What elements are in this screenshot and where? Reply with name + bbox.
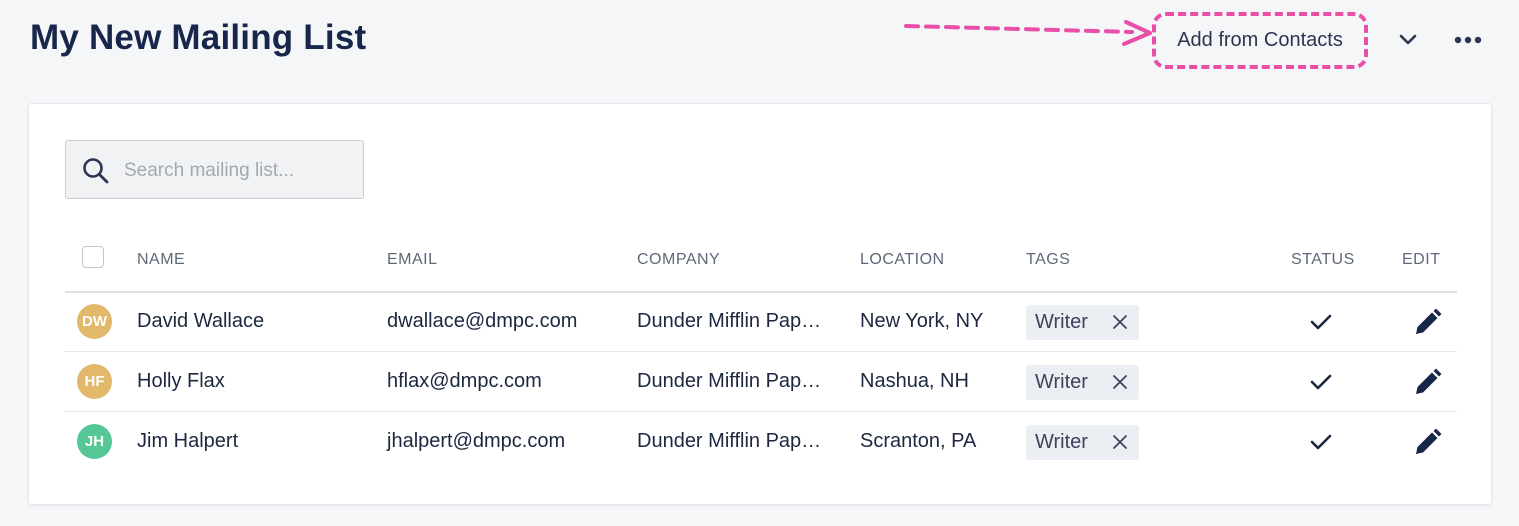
more-options-button[interactable]	[1446, 18, 1490, 62]
contact-name: Holly Flax	[137, 370, 225, 392]
more-horizontal-icon	[1454, 36, 1482, 44]
table-body: DW David Wallace dwallace@dmpc.com Dunde…	[65, 292, 1457, 471]
select-all-checkbox[interactable]	[82, 246, 104, 268]
pencil-icon[interactable]	[1412, 308, 1442, 338]
column-header-status[interactable]: STATUS	[1291, 251, 1355, 269]
search-input[interactable]	[122, 153, 356, 189]
column-header-tags[interactable]: TAGS	[1026, 251, 1070, 269]
search-icon	[83, 158, 109, 184]
close-icon[interactable]	[1112, 374, 1128, 390]
check-icon	[1310, 434, 1332, 450]
tag-chip: Writer	[1026, 365, 1139, 400]
add-options-dropdown-button[interactable]	[1386, 18, 1430, 62]
table-row[interactable]: DW David Wallace dwallace@dmpc.com Dunde…	[65, 292, 1457, 352]
add-from-contacts-button[interactable]: Add from Contacts	[1152, 12, 1368, 69]
column-header-edit: EDIT	[1402, 251, 1441, 268]
check-icon	[1310, 374, 1332, 390]
tag-chip: Writer	[1026, 305, 1139, 340]
contact-location: Nashua, NH	[860, 370, 969, 392]
contact-location: Scranton, PA	[860, 430, 977, 452]
tag-label: Writer	[1035, 431, 1088, 453]
avatar-initials: DW	[82, 313, 107, 330]
pencil-icon[interactable]	[1412, 368, 1442, 398]
column-header-location[interactable]: LOCATION	[860, 251, 945, 269]
contact-name: David Wallace	[137, 310, 265, 332]
mailing-list-card: NAME EMAIL COMPANY LOCATION TAGS STATUS …	[28, 103, 1492, 505]
contact-email: hflax@dmpc.com	[387, 370, 542, 392]
contact-name: Jim Halpert	[137, 430, 239, 452]
chevron-down-icon	[1399, 34, 1417, 45]
check-icon	[1310, 314, 1332, 330]
tag-chip: Writer	[1026, 425, 1139, 460]
table-header: NAME EMAIL COMPANY LOCATION TAGS STATUS …	[65, 234, 1457, 293]
avatar: JH	[77, 424, 112, 459]
avatar-initials: JH	[84, 433, 105, 450]
contact-company: Dunder Mifflin Pap…	[637, 370, 822, 392]
column-header-email[interactable]: EMAIL	[387, 251, 438, 269]
annotation-arrow	[904, 20, 1152, 46]
pencil-icon[interactable]	[1412, 428, 1442, 458]
avatar-initials: HF	[84, 373, 105, 390]
avatar: DW	[77, 304, 112, 339]
column-header-company[interactable]: COMPANY	[637, 251, 720, 269]
avatar: HF	[77, 364, 112, 399]
tag-label: Writer	[1035, 371, 1088, 393]
search-box[interactable]	[65, 140, 364, 199]
contact-company: Dunder Mifflin Pap…	[637, 310, 822, 332]
close-icon[interactable]	[1112, 434, 1128, 450]
page-title: My New Mailing List	[30, 18, 367, 57]
table-row[interactable]: JH Jim Halpert jhalpert@dmpc.com Dunder …	[65, 412, 1457, 471]
tag-label: Writer	[1035, 311, 1088, 333]
table-row[interactable]: HF Holly Flax hflax@dmpc.com Dunder Miff…	[65, 352, 1457, 412]
column-header-name[interactable]: NAME	[137, 251, 185, 269]
contact-email: jhalpert@dmpc.com	[387, 430, 566, 452]
contact-company: Dunder Mifflin Pap…	[637, 430, 822, 452]
contact-email: dwallace@dmpc.com	[387, 310, 578, 332]
close-icon[interactable]	[1112, 314, 1128, 330]
add-from-contacts-label: Add from Contacts	[1177, 29, 1343, 51]
contact-location: New York, NY	[860, 310, 984, 332]
